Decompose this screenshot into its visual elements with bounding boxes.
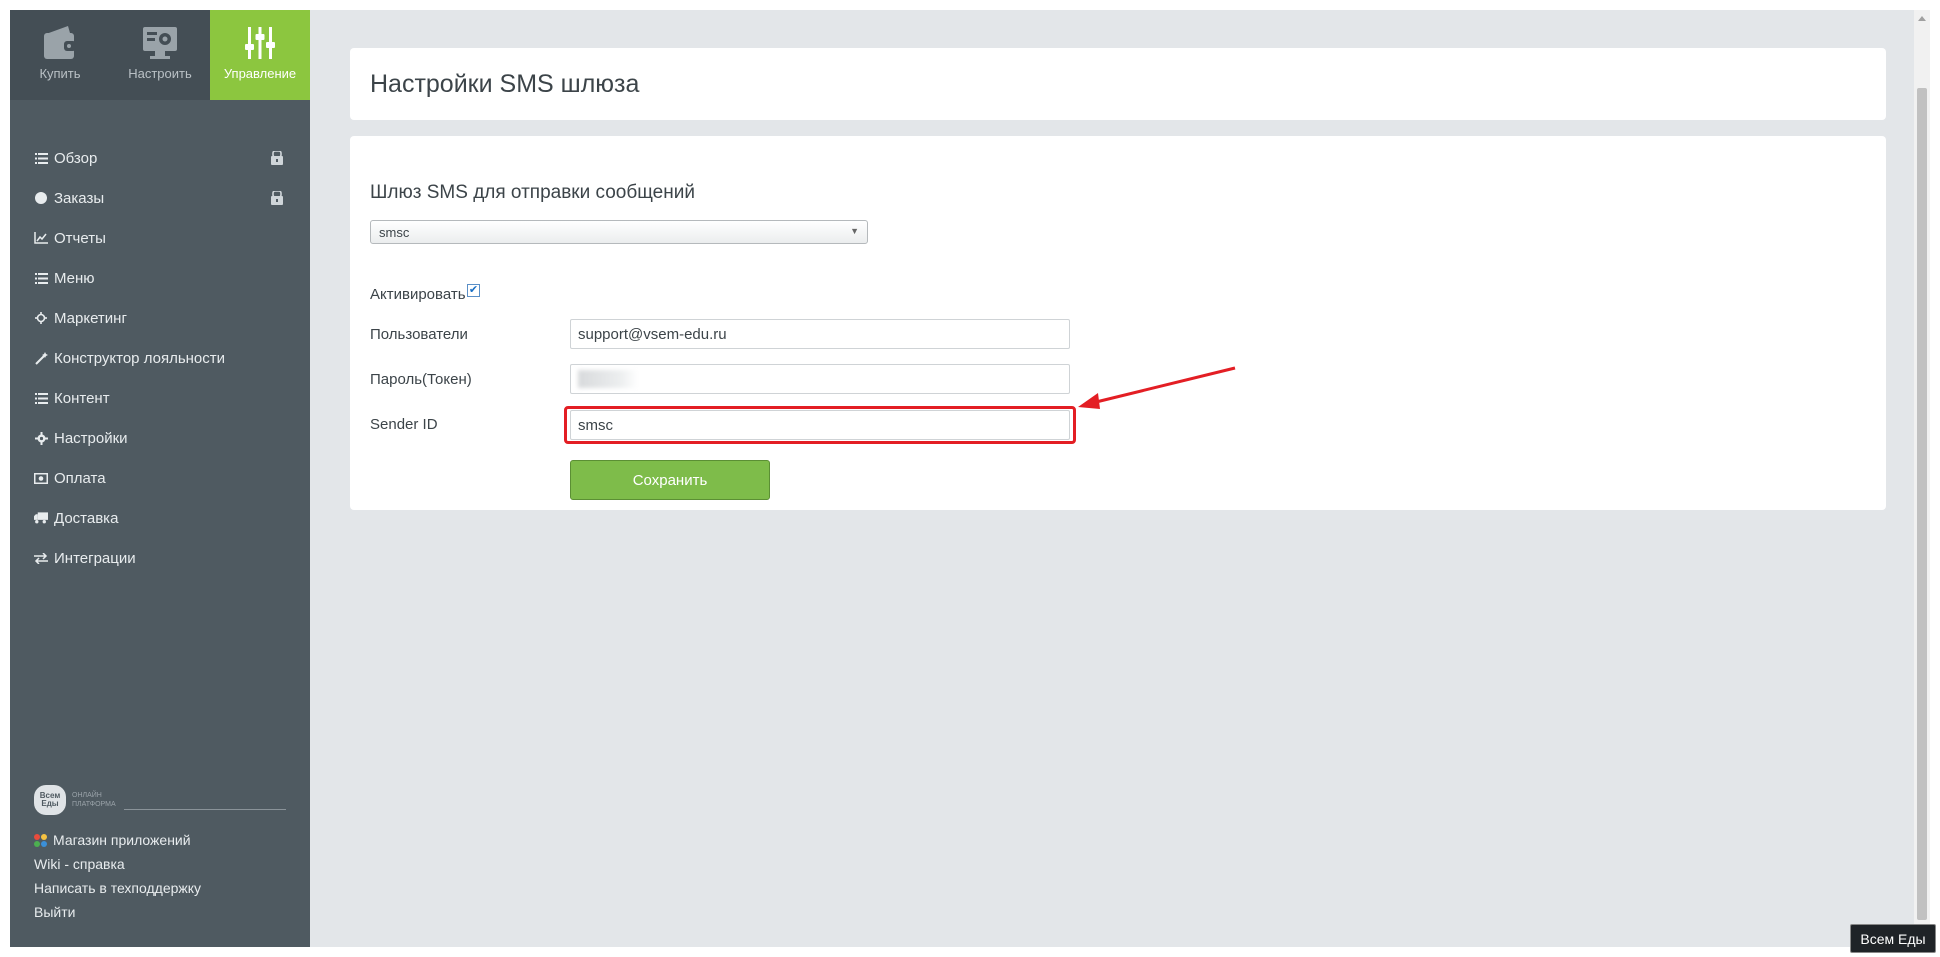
sidebar: Купить Настроить Управление Обзор Заказы… — [10, 10, 310, 947]
sidebar-item-settings[interactable]: Настройки — [10, 418, 310, 458]
redacted-value — [578, 370, 638, 388]
app-window: Купить Настроить Управление Обзор Заказы… — [10, 10, 1930, 947]
gear-icon — [34, 431, 48, 445]
sender-id-label: Sender ID — [370, 416, 438, 433]
sidebar-item-menu[interactable]: Меню — [10, 258, 310, 298]
app-store-link[interactable]: Магазин приложений — [34, 828, 286, 852]
sidebar-item-label: Отчеты — [54, 229, 106, 247]
wiki-link[interactable]: Wiki - справка — [34, 852, 286, 876]
nav-manage-label: Управление — [223, 66, 297, 81]
chevron-down-icon: ▼ — [850, 226, 859, 236]
truck-icon — [34, 511, 48, 525]
brand-logo: Всем Еды — [34, 785, 66, 815]
sidebar-item-overview[interactable]: Обзор — [10, 138, 310, 178]
gateway-label: Шлюз SMS для отправки сообщений — [370, 182, 695, 203]
sidebar-item-reports[interactable]: Отчеты — [10, 218, 310, 258]
wallet-icon — [44, 26, 76, 59]
support-link[interactable]: Написать в техподдержку — [34, 876, 286, 900]
sidebar-item-integrations[interactable]: Интеграции — [10, 538, 310, 578]
lock-icon — [270, 190, 284, 205]
sidebar-item-label: Интеграции — [54, 549, 136, 567]
page-title-card: Настройки SMS шлюза — [350, 48, 1886, 120]
money-icon — [34, 471, 48, 485]
annotation-highlight — [564, 406, 1076, 444]
sidebar-item-content[interactable]: Контент — [10, 378, 310, 418]
page-title: Настройки SMS шлюза — [370, 70, 640, 98]
divider — [123, 808, 286, 810]
scrollbar-thumb[interactable] — [1917, 88, 1927, 920]
sidebar-item-delivery[interactable]: Доставка — [10, 498, 310, 538]
crosshair-icon — [34, 311, 48, 325]
sidebar-item-label: Обзор — [54, 149, 98, 167]
app-store-label: Магазин приложений — [53, 832, 191, 848]
save-button[interactable]: Сохранить — [570, 460, 770, 500]
annotation-arrow — [1078, 366, 1236, 409]
scroll-up-icon[interactable] — [1918, 16, 1926, 21]
sidebar-item-orders[interactable]: Заказы — [10, 178, 310, 218]
sidebar-item-loyalty[interactable]: Конструктор лояльности — [10, 338, 310, 378]
scrollbar[interactable] — [1914, 10, 1930, 947]
sidebar-item-label: Контент — [54, 389, 110, 407]
lock-icon — [270, 150, 284, 165]
sidebar-item-payment[interactable]: Оплата — [10, 458, 310, 498]
logo-caption-line: ПЛАТФОРМА — [72, 801, 116, 808]
apps-icon — [34, 833, 47, 847]
activate-checkbox[interactable]: ✔ — [467, 284, 480, 297]
nav-buy[interactable]: Купить — [10, 10, 110, 100]
logo-caption-line: ОНЛАЙН — [72, 792, 102, 799]
sidebar-item-label: Доставка — [54, 509, 119, 527]
magic-wand-icon — [34, 351, 48, 365]
sidebar-item-label: Меню — [54, 269, 95, 287]
activate-label: Активировать — [370, 286, 466, 303]
sidebar-item-label: Заказы — [54, 189, 105, 207]
sms-settings-form: Шлюз SMS для отправки сообщений smsc ▼ А… — [350, 136, 1886, 510]
nav-buy-label: Купить — [39, 66, 81, 81]
list-icon — [34, 391, 48, 405]
sidebar-item-label: Маркетинг — [54, 309, 127, 327]
nav-setup[interactable]: Настроить — [110, 10, 210, 100]
gateway-select-value: smsc — [379, 224, 410, 240]
logo-caption: ОНЛАЙН ПЛАТФОРМА — [72, 791, 116, 809]
nav-manage[interactable]: Управление — [210, 10, 310, 100]
sliders-icon — [245, 27, 275, 59]
sidebar-item-label: Оплата — [54, 469, 106, 487]
sidebar-menu: Обзор Заказы Отчеты Меню Маркетинг Конст… — [10, 138, 310, 578]
sidebar-item-label: Настройки — [54, 429, 128, 447]
sidebar-footer: Всем Еды ОНЛАЙН ПЛАТФОРМА Магазин прилож… — [34, 780, 286, 924]
password-input[interactable] — [570, 364, 1070, 394]
top-navigation: Купить Настроить Управление — [10, 10, 310, 100]
monitor-gear-icon — [143, 27, 177, 59]
sidebar-item-label: Конструктор лояльности — [54, 349, 226, 367]
users-input-value: support@vsem-edu.ru — [578, 325, 727, 343]
logout-link[interactable]: Выйти — [34, 900, 286, 924]
list-icon — [34, 271, 48, 285]
users-input[interactable]: support@vsem-edu.ru — [570, 319, 1070, 349]
password-label: Пароль(Токен) — [370, 371, 472, 388]
list-icon — [34, 151, 48, 165]
brand-logo-text: Всем Еды — [39, 791, 61, 808]
gateway-select[interactable]: smsc ▼ — [370, 220, 868, 244]
brand-badge: Всем Еды — [1850, 924, 1936, 953]
circle-icon — [34, 191, 48, 205]
platform-logo: Всем Еды ОНЛАЙН ПЛАТФОРМА — [34, 780, 286, 820]
users-label: Пользователи — [370, 326, 468, 343]
nav-setup-label: Настроить — [128, 66, 192, 81]
line-chart-icon — [34, 231, 48, 245]
sidebar-item-marketing[interactable]: Маркетинг — [10, 298, 310, 338]
checkmark-icon: ✔ — [468, 284, 479, 296]
exchange-icon — [34, 551, 48, 565]
